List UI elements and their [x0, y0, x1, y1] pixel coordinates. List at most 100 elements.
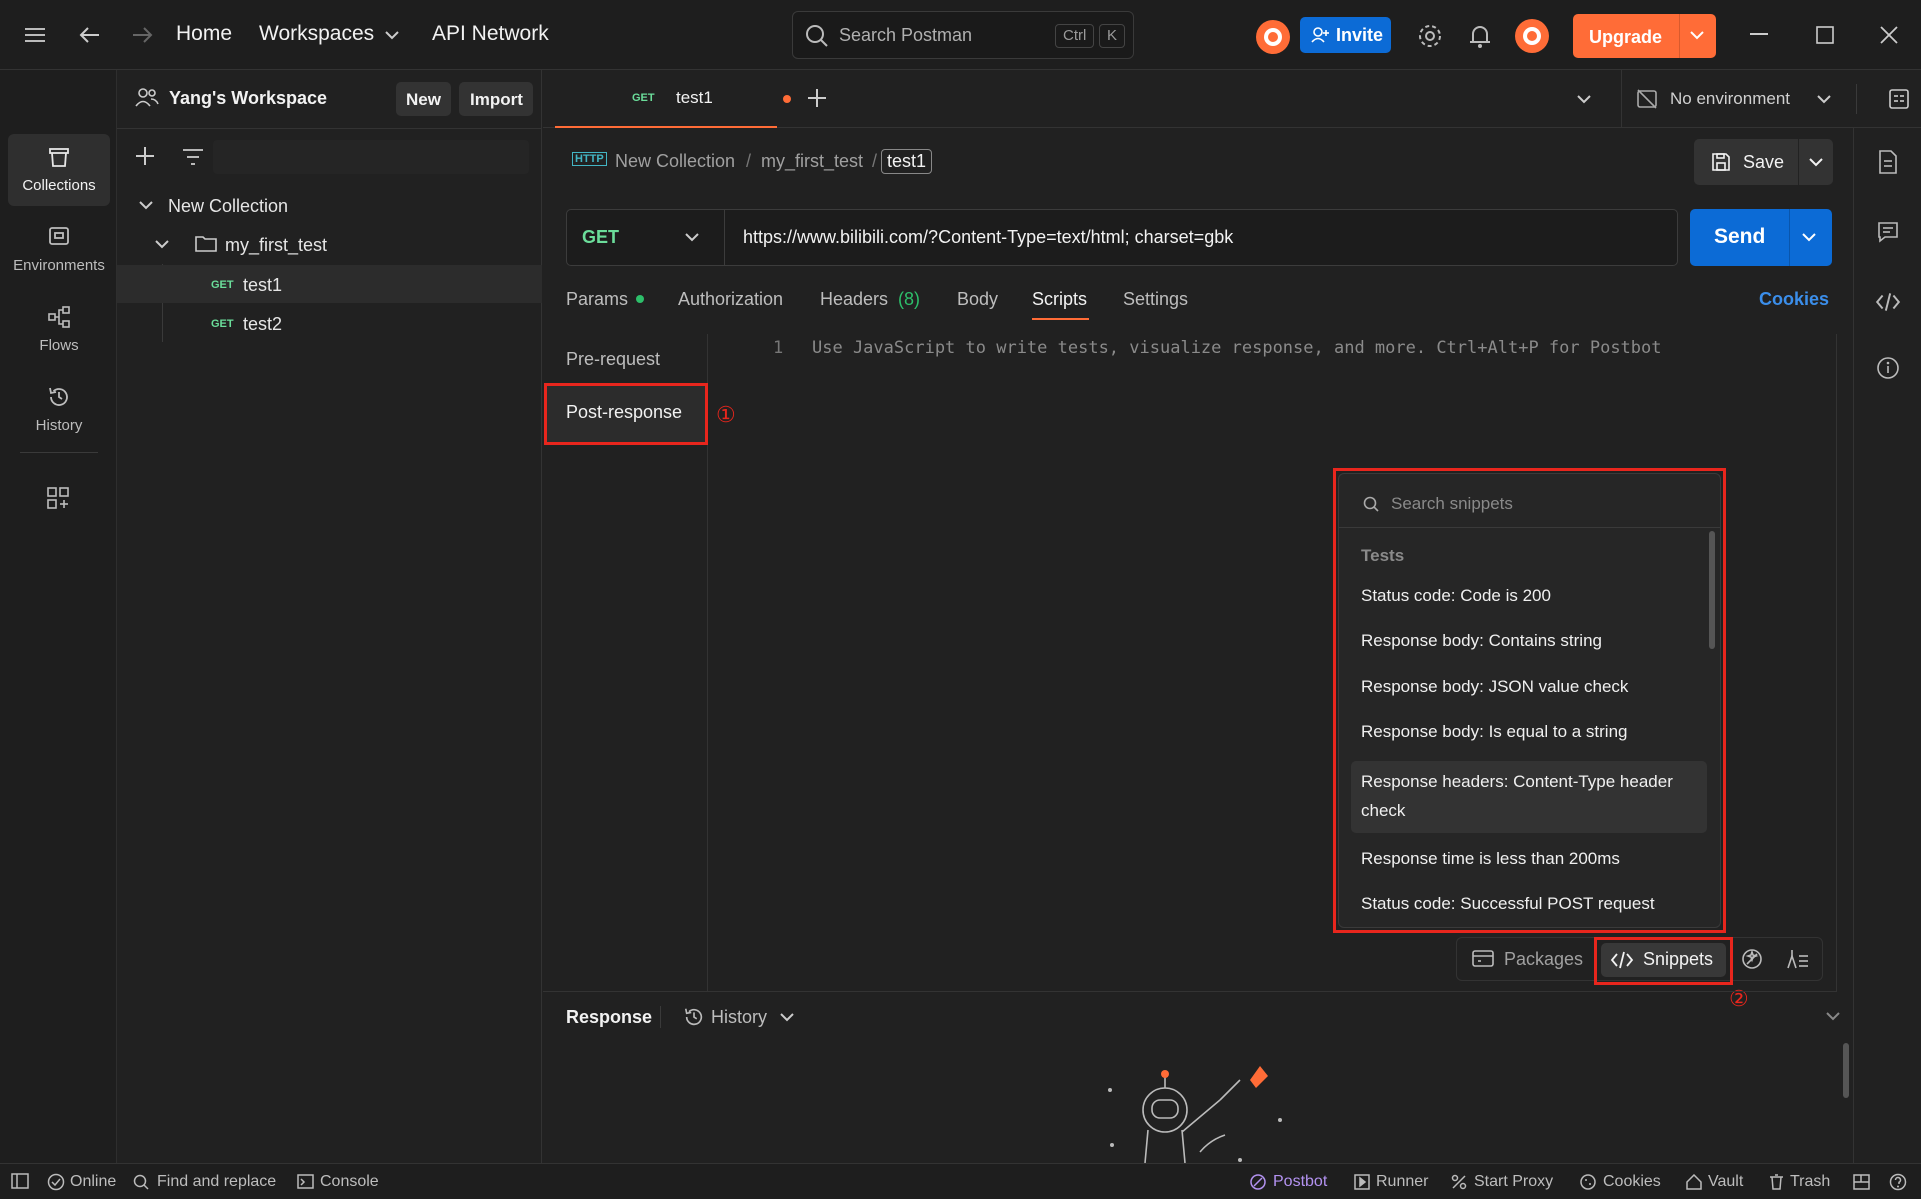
- help-icon[interactable]: [1889, 1173, 1907, 1191]
- no-environment-icon: [1636, 88, 1658, 110]
- chevron-down-icon[interactable]: [1577, 95, 1591, 104]
- packages-button[interactable]: Packages: [1504, 949, 1583, 970]
- comments-icon[interactable]: [1877, 221, 1899, 243]
- tree-request-test2[interactable]: GET test2: [117, 304, 542, 342]
- shortcut-ctrl-badge: Ctrl: [1055, 24, 1095, 48]
- send-label: Send: [1714, 225, 1766, 248]
- rail-item-collections[interactable]: Collections: [8, 134, 110, 206]
- back-arrow-icon[interactable]: [78, 24, 102, 46]
- postbot-icon[interactable]: [1740, 948, 1764, 970]
- gear-icon[interactable]: [1417, 23, 1443, 49]
- history-icon: [46, 384, 72, 410]
- format-script-icon[interactable]: [1786, 948, 1810, 970]
- rail-item-flows[interactable]: Flows: [8, 294, 110, 366]
- plus-icon[interactable]: [135, 146, 155, 166]
- maximize-icon[interactable]: [1816, 26, 1834, 44]
- folder-icon: [195, 233, 217, 253]
- find-replace-button[interactable]: Find and replace: [157, 1173, 276, 1191]
- online-status[interactable]: Online: [70, 1173, 116, 1191]
- vault-icon: [1686, 1174, 1702, 1190]
- filter-icon[interactable]: [183, 148, 203, 166]
- import-button[interactable]: Import: [459, 82, 533, 116]
- method-select[interactable]: GET: [567, 210, 725, 265]
- new-button[interactable]: New: [396, 82, 451, 116]
- breadcrumb-folder[interactable]: my_first_test: [761, 151, 863, 172]
- toggle-sidebar-icon[interactable]: [11, 1173, 29, 1189]
- chevron-down-icon[interactable]: [1802, 233, 1816, 242]
- invite-button[interactable]: Invite: [1300, 17, 1391, 53]
- cookies-button[interactable]: Cookies: [1603, 1173, 1661, 1191]
- workspaces-menu[interactable]: Workspaces: [259, 22, 374, 46]
- postbot-icon: [1249, 1173, 1267, 1191]
- documentation-icon[interactable]: [1878, 150, 1898, 174]
- tab-method-badge: GET: [632, 92, 655, 104]
- new-tab-plus-icon[interactable]: [807, 88, 827, 108]
- chevron-down-icon[interactable]: [384, 28, 400, 42]
- rail-item-environments[interactable]: Environments: [8, 214, 110, 286]
- global-search-input[interactable]: Search Postman Ctrl K: [792, 11, 1134, 59]
- http-icon: HTTP: [572, 152, 607, 166]
- runner-button[interactable]: Runner: [1376, 1173, 1428, 1191]
- code-icon[interactable]: [1875, 292, 1901, 312]
- team-avatar[interactable]: [1256, 20, 1290, 54]
- tab-headers[interactable]: Headers: [820, 289, 888, 310]
- bell-icon[interactable]: [1469, 23, 1491, 49]
- forward-arrow-icon[interactable]: [130, 24, 154, 46]
- add-workbench-icon[interactable]: [46, 486, 70, 510]
- start-proxy-button[interactable]: Start Proxy: [1474, 1173, 1553, 1191]
- environment-selector[interactable]: No environment: [1621, 70, 1921, 128]
- rail-item-history[interactable]: History: [8, 374, 110, 446]
- rail-label: Flows: [39, 337, 79, 354]
- save-button[interactable]: Save: [1694, 139, 1833, 185]
- postbot-button[interactable]: Postbot: [1273, 1173, 1327, 1191]
- tree-collection[interactable]: New Collection: [117, 186, 542, 224]
- breadcrumb-request[interactable]: test1: [881, 149, 933, 174]
- tree-folder[interactable]: my_first_test: [117, 225, 542, 263]
- chevron-down-icon[interactable]: [1826, 1012, 1840, 1021]
- info-icon[interactable]: [1876, 356, 1900, 380]
- collection-name: New Collection: [168, 196, 289, 216]
- chevron-down-icon[interactable]: [1690, 31, 1704, 40]
- request-name: test2: [243, 314, 283, 334]
- vault-button[interactable]: Vault: [1708, 1173, 1743, 1191]
- shortcut-k-badge: K: [1099, 24, 1126, 48]
- tab-settings[interactable]: Settings: [1123, 289, 1188, 310]
- response-history-button[interactable]: History: [711, 1007, 767, 1028]
- response-scrollbar[interactable]: [1843, 1043, 1849, 1098]
- menu-icon[interactable]: [22, 24, 48, 46]
- two-pane-icon[interactable]: [1853, 1174, 1870, 1190]
- left-nav-rail: Collections Environments Flows History: [0, 70, 117, 1163]
- user-avatar[interactable]: [1515, 19, 1549, 53]
- url-input[interactable]: https://www.bilibili.com/?Content-Type=t…: [743, 227, 1233, 248]
- close-icon[interactable]: [1880, 26, 1898, 44]
- proxy-icon: [1451, 1174, 1467, 1190]
- chevron-down-icon[interactable]: [155, 240, 169, 249]
- api-network-link[interactable]: API Network: [432, 22, 549, 46]
- tab-params[interactable]: Params: [566, 289, 628, 310]
- environment-quick-look-icon[interactable]: [1888, 88, 1910, 110]
- tree-request-test1[interactable]: GET test1: [117, 265, 542, 303]
- cookies-link[interactable]: Cookies: [1759, 289, 1829, 310]
- invite-label: Invite: [1336, 25, 1384, 45]
- add-user-icon: [1311, 27, 1329, 43]
- chevron-down-icon[interactable]: [780, 1013, 794, 1022]
- tab-scripts[interactable]: Scripts: [1032, 289, 1087, 310]
- script-editor[interactable]: Use JavaScript to write tests, visualize…: [812, 338, 1662, 358]
- pre-request-tab[interactable]: Pre-request: [566, 349, 660, 370]
- minimize-icon[interactable]: [1750, 33, 1768, 35]
- send-button[interactable]: Send: [1690, 209, 1832, 266]
- tab-test1[interactable]: GET test1: [555, 70, 791, 128]
- console-button[interactable]: Console: [320, 1173, 379, 1191]
- tab-authorization[interactable]: Authorization: [678, 289, 783, 310]
- collection-filter-input[interactable]: [213, 140, 529, 174]
- tab-body[interactable]: Body: [957, 289, 998, 310]
- upgrade-button[interactable]: Upgrade: [1573, 14, 1716, 58]
- chevron-down-icon[interactable]: [1817, 95, 1831, 104]
- chevron-down-icon[interactable]: [1809, 158, 1823, 167]
- breadcrumb-collection[interactable]: New Collection: [615, 151, 735, 172]
- response-title: Response: [566, 1007, 653, 1027]
- chevron-down-icon[interactable]: [139, 201, 153, 210]
- trash-button[interactable]: Trash: [1790, 1173, 1830, 1191]
- home-link[interactable]: Home: [176, 22, 232, 46]
- editor-right-border: [1836, 334, 1837, 991]
